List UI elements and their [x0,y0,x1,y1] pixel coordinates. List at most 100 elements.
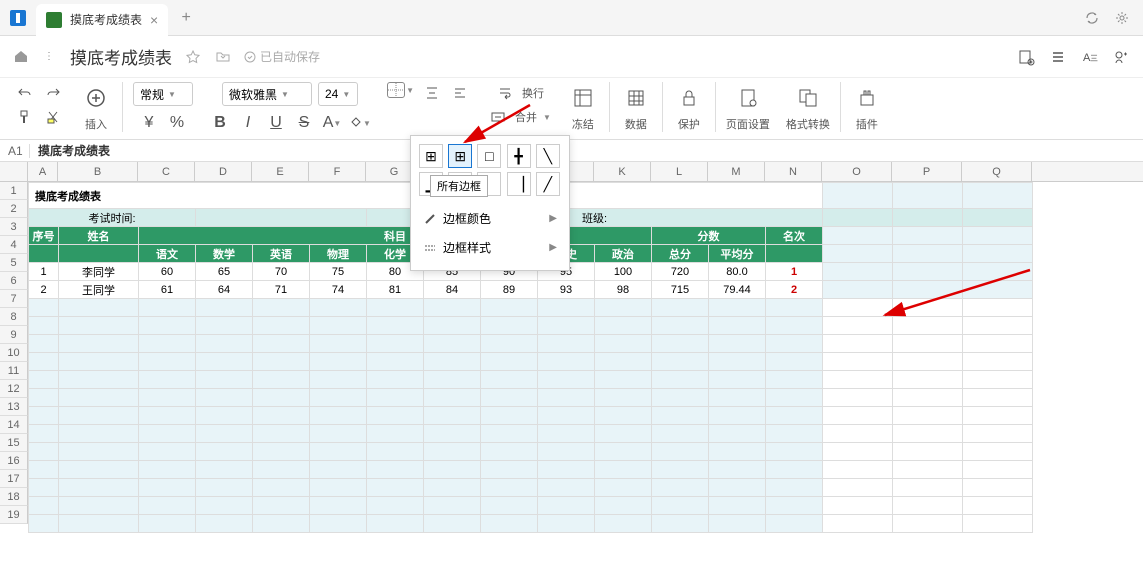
cell[interactable] [196,479,253,497]
cell[interactable]: 1 [766,263,823,281]
cell[interactable] [766,299,823,317]
cell[interactable] [59,245,139,263]
row-header[interactable]: 3 [0,218,28,236]
cell[interactable]: 720 [652,263,709,281]
cell[interactable] [652,371,709,389]
row-header[interactable]: 15 [0,434,28,452]
cell[interactable] [538,353,595,371]
underline-button[interactable]: U [265,112,287,134]
row-header[interactable]: 4 [0,236,28,254]
cell[interactable] [310,389,367,407]
cell[interactable]: 93 [538,281,595,299]
cell[interactable] [595,497,652,515]
cell[interactable] [310,497,367,515]
cell[interactable] [595,389,652,407]
cell[interactable] [253,443,310,461]
cell[interactable] [424,299,481,317]
cell[interactable] [709,515,766,533]
cell[interactable] [481,497,538,515]
border-none-option[interactable]: ⊞ [419,144,443,168]
cell[interactable]: 王同学 [59,281,139,299]
cell[interactable] [310,425,367,443]
cell[interactable] [59,353,139,371]
cell[interactable] [538,461,595,479]
cell[interactable] [29,389,59,407]
valign-button[interactable] [421,82,443,104]
cell[interactable] [652,407,709,425]
cell[interactable] [29,479,59,497]
cell[interactable]: 71 [253,281,310,299]
cell[interactable] [310,335,367,353]
row-header[interactable]: 6 [0,272,28,290]
settings-icon[interactable] [1113,9,1131,27]
cell[interactable] [893,227,963,245]
cell[interactable] [652,317,709,335]
cell[interactable] [29,461,59,479]
cell[interactable]: 政治 [595,245,652,263]
cell[interactable] [538,425,595,443]
row-header[interactable]: 8 [0,308,28,326]
cell[interactable] [29,299,59,317]
cell[interactable] [424,407,481,425]
cell[interactable] [253,461,310,479]
cell[interactable] [823,263,893,281]
cell[interactable]: 李同学 [59,263,139,281]
cell[interactable] [963,407,1033,425]
cell[interactable] [424,353,481,371]
cell[interactable] [310,317,367,335]
cell[interactable]: 74 [310,281,367,299]
cell[interactable]: 65 [196,263,253,281]
cell[interactable] [59,515,139,533]
row-header[interactable]: 13 [0,398,28,416]
row-header[interactable]: 17 [0,470,28,488]
cell[interactable] [310,515,367,533]
cell[interactable]: 2 [29,281,59,299]
font-name-dropdown[interactable]: 微软雅黑▼ [222,82,312,106]
cell[interactable] [893,515,963,533]
convert-button[interactable] [792,82,824,114]
cell[interactable] [893,299,963,317]
cell[interactable] [823,183,893,209]
freeze-button[interactable] [567,82,599,114]
cell[interactable] [963,227,1033,245]
row-header[interactable]: 19 [0,506,28,524]
cell[interactable] [29,317,59,335]
row-header[interactable]: 18 [0,488,28,506]
cell[interactable]: 715 [652,281,709,299]
column-header[interactable]: D [195,162,252,181]
border-inner-option[interactable]: ╋ [507,144,531,168]
border-all-option[interactable]: ⊞ [448,144,472,168]
cell[interactable] [196,317,253,335]
add-sheet-icon[interactable] [1017,48,1035,66]
add-tab-button[interactable]: + [176,8,196,28]
plugin-button[interactable] [851,82,883,114]
cell[interactable] [139,353,196,371]
column-header[interactable]: E [252,162,309,181]
cell[interactable] [766,335,823,353]
cell[interactable] [29,335,59,353]
cell[interactable]: 分数 [652,227,766,245]
cell[interactable] [823,443,893,461]
cell[interactable] [367,425,424,443]
cell[interactable] [766,407,823,425]
cell[interactable] [823,209,893,227]
cell[interactable] [196,407,253,425]
cell[interactable] [139,479,196,497]
cell[interactable] [893,425,963,443]
cell[interactable] [139,371,196,389]
merge-icon[interactable] [487,106,509,128]
cell[interactable] [963,335,1033,353]
cell[interactable]: 平均分 [709,245,766,263]
cell[interactable] [367,479,424,497]
format-painter-button[interactable] [14,106,36,128]
cell[interactable]: 语文 [139,245,196,263]
cell[interactable] [59,371,139,389]
cell[interactable] [823,371,893,389]
cell[interactable] [196,353,253,371]
cell[interactable] [823,281,893,299]
cell[interactable] [253,407,310,425]
cell[interactable]: 物理 [310,245,367,263]
cell[interactable] [823,353,893,371]
cell[interactable] [253,371,310,389]
column-header[interactable]: F [309,162,366,181]
